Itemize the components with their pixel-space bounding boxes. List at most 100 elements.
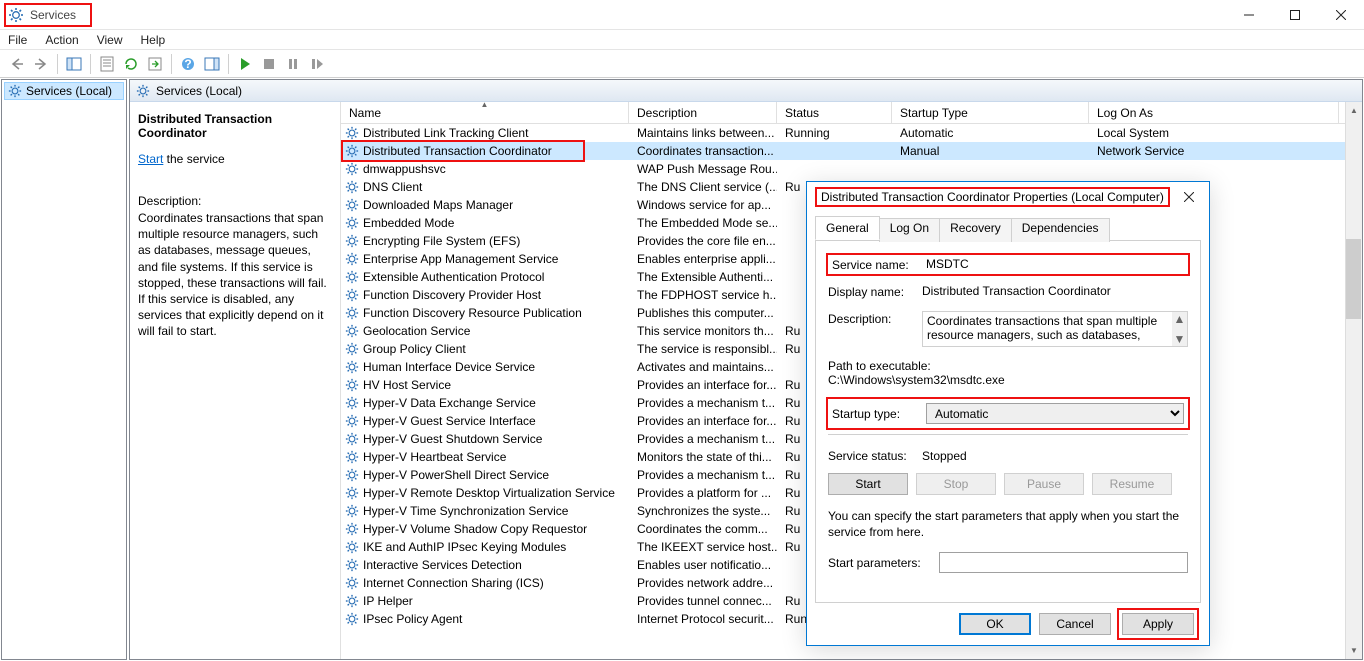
gear-icon [345, 378, 359, 392]
gear-icon [345, 468, 359, 482]
col-status[interactable]: Status [777, 102, 892, 123]
gear-icon [345, 360, 359, 374]
minimize-button[interactable] [1226, 0, 1272, 30]
app-icon [8, 7, 24, 23]
scroll-up-icon[interactable]: ▲ [1346, 102, 1362, 119]
service-desc: Enables user notificatio... [629, 558, 777, 572]
service-name: IP Helper [363, 594, 413, 608]
menu-view[interactable]: View [97, 33, 123, 47]
ok-button[interactable]: OK [959, 613, 1031, 635]
service-name: IKE and AuthIP IPsec Keying Modules [363, 540, 566, 554]
vertical-scrollbar[interactable]: ▲ ▼ [1345, 102, 1362, 659]
service-desc: Provides tunnel connec... [629, 594, 777, 608]
startup-type-select[interactable]: Automatic [926, 403, 1184, 424]
start-service-button[interactable] [234, 53, 256, 75]
gear-icon [136, 84, 150, 98]
service-row[interactable]: dmwappushsvc WAP Push Message Rou... [341, 160, 1362, 178]
gear-icon [345, 126, 359, 140]
gear-icon [345, 558, 359, 572]
start-button[interactable]: Start [828, 473, 908, 495]
start-link[interactable]: Start [138, 152, 163, 166]
window-title: Services [30, 8, 76, 22]
scroll-down-icon[interactable]: ▼ [1346, 642, 1362, 659]
tab-general[interactable]: General [815, 216, 880, 240]
action-pane-button[interactable] [201, 53, 223, 75]
service-row[interactable]: Distributed Link Tracking ClientMaintain… [341, 124, 1362, 142]
gear-icon [345, 180, 359, 194]
service-row[interactable]: Distributed Transaction Coordinator Coord… [341, 142, 1362, 160]
show-hide-tree-button[interactable] [63, 53, 85, 75]
tab-recovery[interactable]: Recovery [939, 218, 1012, 242]
col-startup[interactable]: Startup Type [892, 102, 1089, 123]
service-desc: Publishes this computer... [629, 306, 777, 320]
content-header-title: Services (Local) [156, 84, 242, 98]
refresh-button[interactable] [120, 53, 142, 75]
service-desc: WAP Push Message Rou... [629, 162, 777, 176]
apply-button[interactable]: Apply [1122, 613, 1194, 635]
service-desc: Synchronizes the syste... [629, 504, 777, 518]
properties-dialog: Distributed Transaction Coordinator Prop… [806, 181, 1210, 646]
help-button[interactable]: ? [177, 53, 199, 75]
service-name: Hyper-V Remote Desktop Virtualization Se… [363, 486, 615, 500]
service-name: Hyper-V Volume Shadow Copy Requestor [363, 522, 587, 536]
gear-icon [345, 324, 359, 338]
gear-icon [345, 612, 359, 626]
service-name: Hyper-V PowerShell Direct Service [363, 468, 549, 482]
menu-file[interactable]: File [8, 33, 27, 47]
service-desc: Activates and maintains... [629, 360, 777, 374]
service-name: Downloaded Maps Manager [363, 198, 513, 212]
service-desc: Coordinates transaction... [629, 144, 777, 158]
pause-service-button[interactable] [282, 53, 304, 75]
dialog-title: Distributed Transaction Coordinator Prop… [817, 189, 1168, 205]
service-name: Distributed Transaction Coordinator [363, 144, 552, 158]
dialog-close-button[interactable] [1169, 183, 1209, 211]
service-name: Encrypting File System (EFS) [363, 234, 520, 248]
gear-icon [345, 270, 359, 284]
start-params-note: You can specify the start parameters tha… [828, 509, 1188, 540]
tab-dependencies[interactable]: Dependencies [1011, 218, 1110, 242]
service-desc: Provides an interface for... [629, 414, 777, 428]
col-name[interactable]: Name▲ [341, 102, 629, 123]
stop-service-button[interactable] [258, 53, 280, 75]
description-value: Coordinates transactions that span multi… [927, 314, 1157, 347]
service-name: dmwappushsvc [363, 162, 446, 176]
export-button[interactable] [144, 53, 166, 75]
tree-root-item[interactable]: Services (Local) [4, 82, 124, 100]
menu-help[interactable]: Help [141, 33, 166, 47]
service-desc: Provides an interface for... [629, 378, 777, 392]
gear-icon [345, 522, 359, 536]
service-name: IPsec Policy Agent [363, 612, 462, 626]
restart-service-button[interactable] [306, 53, 328, 75]
tab-logon[interactable]: Log On [879, 218, 940, 242]
gear-icon [345, 594, 359, 608]
service-name: Interactive Services Detection [363, 558, 522, 572]
gear-icon [345, 540, 359, 554]
menu-action[interactable]: Action [45, 33, 78, 47]
display-name-value: Distributed Transaction Coordinator [922, 284, 1188, 298]
desc-scrollbar[interactable]: ▲▼ [1172, 312, 1187, 346]
service-name: Group Policy Client [363, 342, 466, 356]
description-pane: Distributed Transaction Coordinator Star… [130, 102, 341, 659]
gear-icon [8, 84, 22, 98]
scroll-thumb[interactable] [1346, 239, 1361, 319]
gear-icon [345, 216, 359, 230]
service-desc: Provides a mechanism t... [629, 432, 777, 446]
close-button[interactable] [1318, 0, 1364, 30]
service-desc: The FDPHOST service h... [629, 288, 777, 302]
service-name: Human Interface Device Service [363, 360, 535, 374]
service-name: Geolocation Service [363, 324, 470, 338]
maximize-button[interactable] [1272, 0, 1318, 30]
col-logon[interactable]: Log On As [1089, 102, 1339, 123]
cancel-button[interactable]: Cancel [1039, 613, 1111, 635]
back-button[interactable] [6, 53, 28, 75]
start-params-label: Start parameters: [828, 556, 921, 570]
properties-button[interactable] [96, 53, 118, 75]
forward-button[interactable] [30, 53, 52, 75]
service-name: Embedded Mode [363, 216, 454, 230]
service-name: Hyper-V Guest Service Interface [363, 414, 536, 428]
start-suffix: the service [163, 152, 224, 166]
start-params-input[interactable] [939, 552, 1188, 573]
service-status: Running [777, 126, 892, 140]
col-description[interactable]: Description [629, 102, 777, 123]
description-label: Description: [828, 311, 922, 326]
